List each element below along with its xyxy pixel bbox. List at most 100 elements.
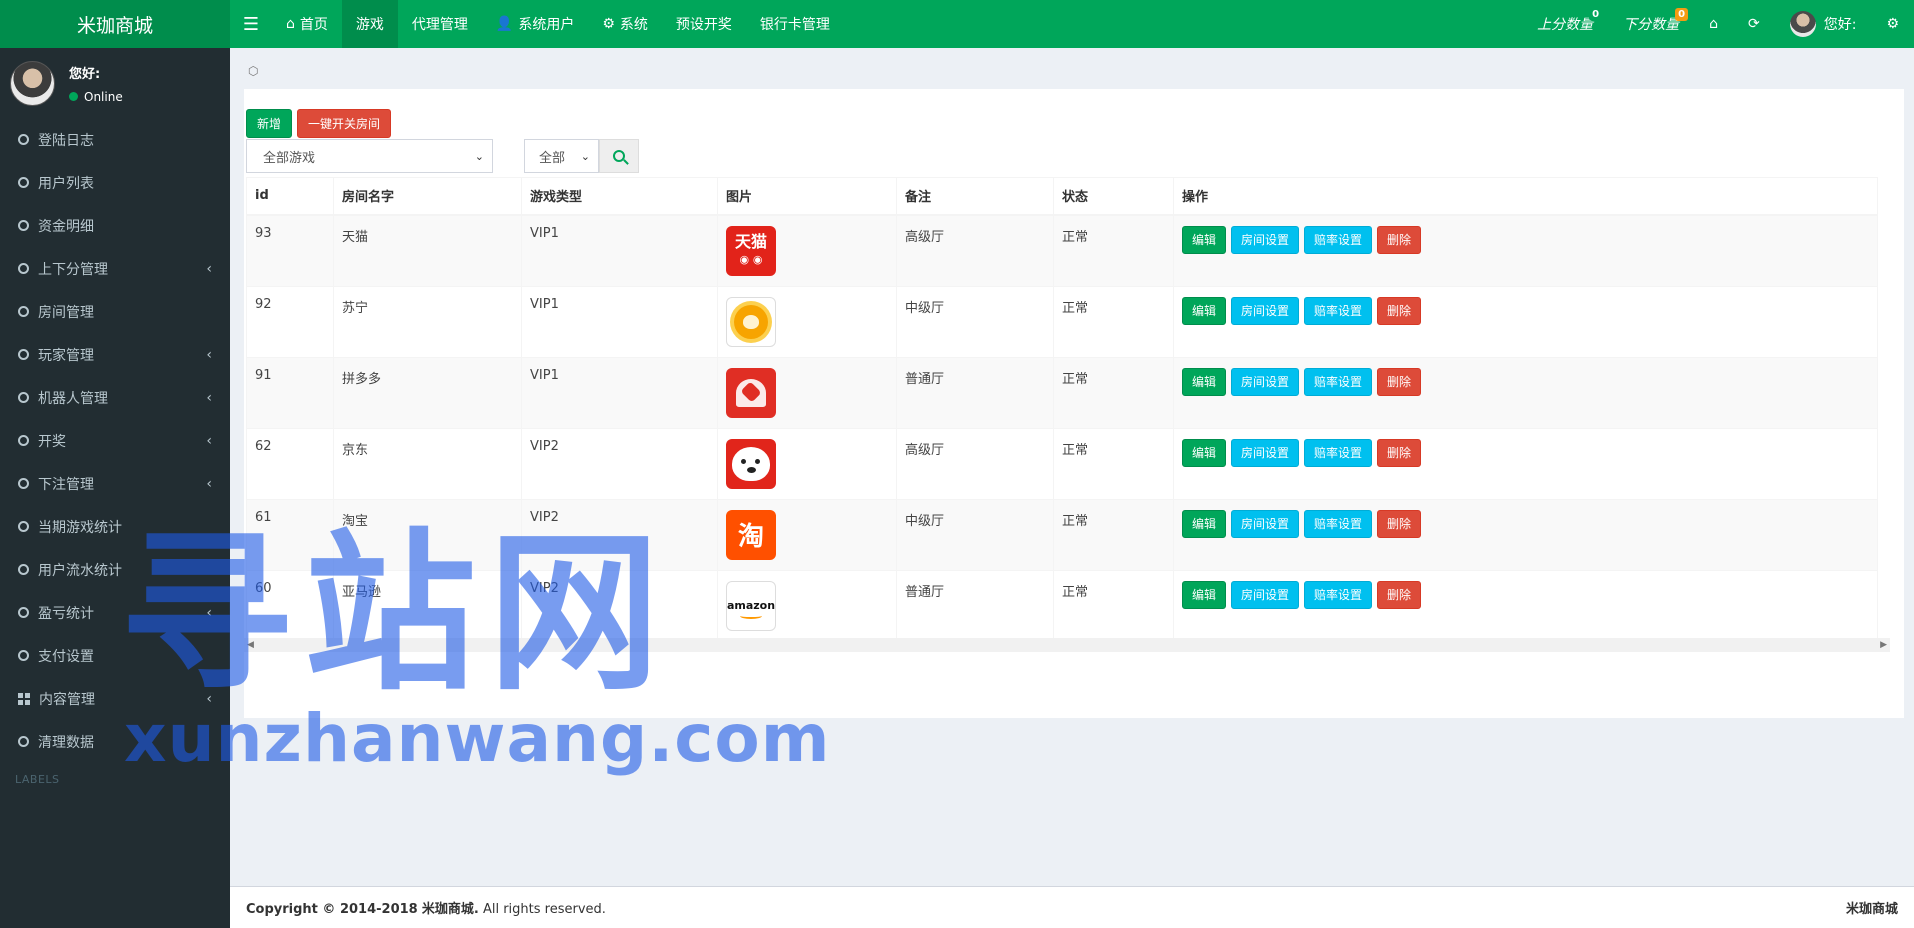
col-note: 备注 [896,177,1054,216]
sidebar-item[interactable]: 房间管理 [0,290,230,333]
delete-button[interactable]: 删除 [1377,509,1422,538]
sidebar-item[interactable]: 下注管理 ‹ [0,462,230,505]
user-menu[interactable]: 您好: [1775,0,1872,48]
odds-settings-button[interactable]: 赔率设置 [1304,296,1373,325]
sidebar-item[interactable]: 盈亏统计 ‹ [0,591,230,634]
cell-id: 91 [246,356,334,429]
cell-game-type: VIP2 [521,427,718,500]
sidebar-item-label: 机器人管理 [38,390,108,407]
sidebar-item[interactable]: 机器人管理 ‹ [0,376,230,419]
status-select[interactable]: 全部 ⌄ [524,139,599,173]
room-settings-button[interactable]: 房间设置 [1231,580,1300,609]
app-logo[interactable]: 米珈商城 [0,0,230,48]
odds-settings-button[interactable]: 赔率设置 [1304,225,1373,254]
delete-button[interactable]: 删除 [1377,225,1422,254]
refresh-icon[interactable]: ⟳ [1733,0,1775,48]
sidebar-item[interactable]: 登陆日志 [0,118,230,161]
avatar [10,60,55,106]
sidebar-item-label: 上下分管理 [38,261,108,278]
circle-icon [18,220,29,231]
gears-icon[interactable]: ⚙ [1871,0,1914,48]
cell-image: amazon [717,569,897,642]
breadcrumb-icon[interactable]: ⬡ [248,64,258,78]
room-settings-button[interactable]: 房间设置 [1231,225,1300,254]
cell-status: 正常 [1053,285,1174,358]
nav-bank-cards[interactable]: 银行卡管理 [746,0,844,48]
down-score-link[interactable]: 下分数量 0 [1608,0,1694,48]
toggle-rooms-button[interactable]: 一键开关房间 [297,109,392,138]
delete-button[interactable]: 删除 [1377,296,1422,325]
room-settings-button[interactable]: 房间设置 [1231,367,1300,396]
sidebar-item[interactable]: 开奖 ‹ [0,419,230,462]
table-row: 62 京东 VIP2 高级厅 正常 编辑 房间设置 赔率设置 删除 [246,427,1878,500]
room-settings-button[interactable]: 房间设置 [1231,509,1300,538]
horizontal-scrollbar[interactable]: ◀ ▶ [244,638,1890,652]
sidebar-item-label: 用户列表 [38,175,94,192]
home-icon[interactable]: ⌂ [1694,0,1733,48]
col-status: 状态 [1053,177,1174,216]
edit-button[interactable]: 编辑 [1182,509,1227,538]
top-nav: ⌂ 首页 游戏 代理管理 👤 系统用户 ⚙ 系统 预设开奖 银行卡管理 [272,0,844,48]
odds-settings-button[interactable]: 赔率设置 [1304,509,1373,538]
room-settings-button[interactable]: 房间设置 [1231,296,1300,325]
edit-button[interactable]: 编辑 [1182,225,1227,254]
scroll-right-icon[interactable]: ▶ [1880,640,1887,650]
sidebar-item[interactable]: 支付设置 [0,634,230,677]
sidebar-item-label: 内容管理 [39,691,95,708]
cell-room-name: 拼多多 [333,356,522,429]
edit-button[interactable]: 编辑 [1182,367,1227,396]
nav-games[interactable]: 游戏 [341,0,398,48]
sidebar-item[interactable]: 资金明细 [0,204,230,247]
delete-button[interactable]: 删除 [1377,367,1422,396]
delete-button[interactable]: 删除 [1377,580,1422,609]
chevron-left-icon: ‹ [206,389,212,406]
sidebar-item[interactable]: 玩家管理 ‹ [0,333,230,376]
nav-preset-draw[interactable]: 预设开奖 [662,0,746,48]
sidebar-item[interactable]: 内容管理 ‹ [0,677,230,720]
scroll-left-icon[interactable]: ◀ [247,640,254,650]
nav-agents[interactable]: 代理管理 [398,0,482,48]
chevron-left-icon: ‹ [206,604,212,621]
cell-status: 正常 [1053,498,1174,571]
room-settings-button[interactable]: 房间设置 [1231,438,1300,467]
delete-button[interactable]: 删除 [1377,438,1422,467]
circle-icon [18,478,29,489]
sidebar-item[interactable]: 用户流水统计 [0,548,230,591]
odds-settings-button[interactable]: 赔率设置 [1304,367,1373,396]
sidebar-item[interactable]: 上下分管理 ‹ [0,247,230,290]
avatar [1789,11,1816,37]
search-button[interactable] [599,139,639,173]
taobao-logo: 淘 [726,509,888,560]
edit-button[interactable]: 编辑 [1182,580,1227,609]
sidebar-item[interactable]: 当期游戏统计 [0,505,230,548]
cell-game-type: VIP2 [521,498,718,571]
cell-note: 中级厅 [896,498,1054,571]
nav-system[interactable]: ⚙ 系统 [588,0,662,48]
add-button[interactable]: 新增 [246,109,293,138]
user-panel: 您好: Online [0,48,230,118]
chevron-left-icon: ‹ [206,346,212,363]
sidebar-toggle-icon[interactable]: ☰ [230,0,272,48]
sidebar-item-label: 盈亏统计 [38,605,94,622]
user-status: Online [69,90,123,104]
cell-room-name: 京东 [333,427,522,500]
odds-settings-button[interactable]: 赔率设置 [1304,438,1373,467]
game-type-select[interactable]: 全部游戏 ⌄ [246,139,493,173]
footer: Copyright © 2014-2018 米珈商城. All rights r… [230,886,1914,928]
edit-button[interactable]: 编辑 [1182,296,1227,325]
sidebar-item[interactable]: 用户列表 [0,161,230,204]
chevron-left-icon: ‹ [206,475,212,492]
odds-settings-button[interactable]: 赔率设置 [1304,580,1373,609]
col-image: 图片 [717,177,897,216]
tmall-logo: 天猫 ◉ ◉ [726,225,888,276]
cell-id: 62 [246,427,334,500]
top-right-menu: 上分数量 0 下分数量 0 ⌂ ⟳ 您好: ⚙ [1522,0,1914,48]
nav-home[interactable]: ⌂ 首页 [272,0,342,48]
up-score-link[interactable]: 上分数量 0 [1522,0,1608,48]
nav-system-users[interactable]: 👤 系统用户 [482,0,588,48]
sidebar-item[interactable]: 清理数据 [0,720,230,763]
cell-note: 高级厅 [896,214,1054,287]
cell-id: 92 [246,285,334,358]
edit-button[interactable]: 编辑 [1182,438,1227,467]
top-navbar: 米珈商城 ☰ ⌂ 首页 游戏 代理管理 👤 系统用户 ⚙ 系统 预设开奖 银行卡管理 … [0,0,1914,48]
